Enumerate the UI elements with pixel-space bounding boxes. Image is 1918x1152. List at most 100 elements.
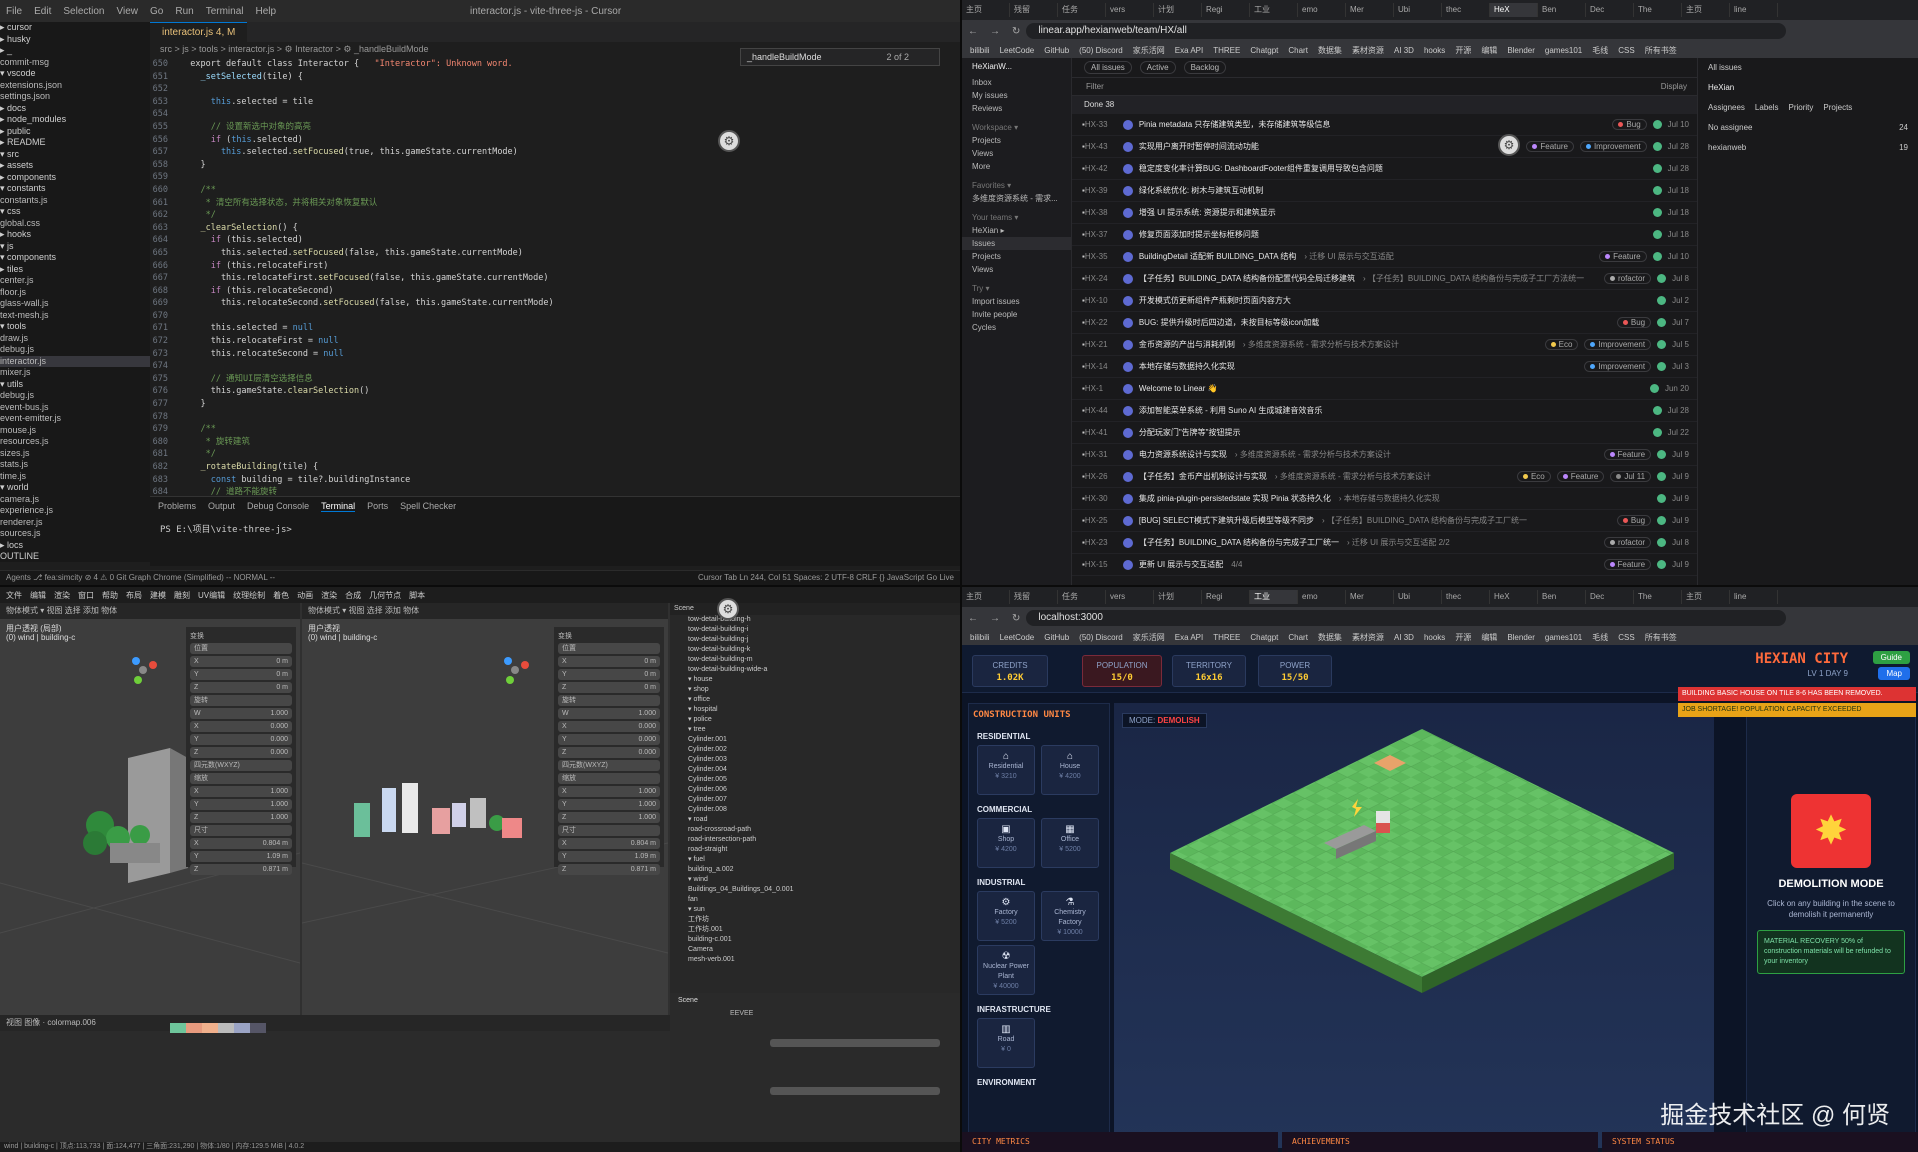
explorer-item[interactable]: ▸ husky (0, 34, 150, 46)
menu-item[interactable]: 窗口 (78, 590, 94, 601)
code-line[interactable]: 682 _rotateBuilding(tile) { (150, 461, 950, 474)
forward-icon[interactable]: → (990, 26, 1000, 37)
outliner-item[interactable]: ▾ house (670, 675, 960, 685)
line-content[interactable]: this.selected = tile (180, 96, 313, 109)
issue-label[interactable]: Bug (1612, 119, 1647, 130)
outliner-item[interactable]: Camera (670, 945, 960, 955)
assignee-avatar[interactable] (1652, 208, 1662, 217)
explorer-item[interactable]: constants.js (0, 195, 150, 207)
explorer-item[interactable]: ▾ world (0, 482, 150, 494)
explorer-item[interactable]: experience.js (0, 505, 150, 517)
browser-tab[interactable]: Ubi (1394, 590, 1442, 604)
bookmark[interactable]: Blender (1507, 633, 1535, 642)
transform-field[interactable]: Z 0 m (558, 682, 660, 693)
issue-row[interactable]: ▪ HX-21 金币资源的产出与消耗机制 › 多维度资源系统 - 需求分析与技术方案设… (1072, 334, 1697, 356)
issue-row[interactable]: ▪ HX-23 【子任务】BUILDING_DATA 结构备份与完成子工厂统一 › 迁… (1072, 532, 1697, 554)
line-content[interactable]: */ (180, 209, 216, 222)
building-card[interactable]: ⚗ Chemistry Factory ¥ 10000 (1041, 891, 1099, 941)
code-line[interactable]: 656 if (this.selected) (150, 134, 950, 147)
code-line[interactable]: 671 this.selected = null (150, 322, 950, 335)
outliner-item[interactable]: tow-detail-building-i (670, 625, 960, 635)
explorer-item[interactable]: text-mesh.js (0, 310, 150, 322)
explorer-item[interactable]: event-emitter.js (0, 413, 150, 425)
outliner-item[interactable]: Cylinder.001 (670, 735, 960, 745)
assignee-avatar[interactable] (1657, 296, 1667, 305)
browser-tab[interactable]: Ben (1538, 590, 1586, 604)
menu-item[interactable]: Selection (63, 6, 104, 17)
bookmarks-bar[interactable]: bilibili LeetCode GitHub (50) Discord 家乐活网 Ex… (962, 42, 1918, 58)
sidebar-item[interactable]: Favorites ▾ (962, 179, 1071, 192)
issue-row[interactable]: ▪ HX-41 分配玩家门"告牌等"按钮提示 Jul 22 (1072, 422, 1697, 444)
menu-item[interactable]: File (6, 6, 22, 17)
line-content[interactable]: this.relocateSecond = null (180, 348, 344, 361)
panel-tab[interactable]: Spell Checker (400, 501, 456, 512)
transform-field[interactable]: X 0.000 (190, 721, 292, 732)
image-name[interactable]: colormap.006 (47, 1018, 95, 1027)
menu-item[interactable]: View (117, 6, 139, 17)
uv-image-editor[interactable]: 视图 图像 · colormap.006 (0, 1015, 670, 1152)
menu-item[interactable]: 脚本 (409, 590, 425, 601)
code-line[interactable]: 666 if (this.relocateFirst) (150, 260, 950, 273)
browser-tab[interactable]: Regi (1202, 590, 1250, 604)
transform-field[interactable]: Z 1.000 (558, 812, 660, 823)
bookmark[interactable]: 毛线 (1592, 632, 1608, 643)
done-status-icon[interactable] (1122, 229, 1133, 240)
guide-button[interactable]: Guide (1872, 651, 1910, 664)
bookmark[interactable]: 家乐活网 (1133, 632, 1165, 643)
code-line[interactable]: 669 this.relocateSecond.setFocused(false… (150, 297, 950, 310)
browser-tab[interactable]: line (1730, 590, 1778, 604)
explorer-item[interactable]: ▸ assets (0, 160, 150, 172)
bookmark[interactable]: 编辑 (1481, 45, 1497, 56)
done-status-icon[interactable] (1122, 141, 1133, 152)
done-status-icon[interactable] (1122, 559, 1133, 570)
menu-item[interactable]: 建模 (150, 590, 166, 601)
issue-row[interactable]: ▪ HX-33 Pinia metadata 只存储建筑类型，未存储建筑等级信息 Bu… (1072, 114, 1697, 136)
issue-label[interactable]: Eco (1544, 339, 1579, 350)
bookmark[interactable]: bilibili (970, 46, 990, 55)
explorer-item[interactable]: settings.json (0, 91, 150, 103)
done-status-icon[interactable] (1122, 119, 1133, 130)
assignee-avatar[interactable] (1652, 428, 1662, 437)
line-content[interactable]: * 旋转建筑 (180, 436, 250, 449)
done-status-icon[interactable] (1122, 405, 1133, 416)
browser-tab[interactable]: 工业 (1250, 590, 1298, 604)
browser-tab[interactable]: Regi (1202, 3, 1250, 17)
transform-field[interactable]: 尺寸 (558, 825, 660, 836)
editor-tabs[interactable]: interactor.js 4, M (150, 22, 960, 42)
line-content[interactable]: this.relocateSecond.setFocused(false, th… (180, 297, 554, 310)
explorer-item[interactable]: ▸ _ (0, 45, 150, 57)
line-content[interactable]: _rotateBuilding(tile) { (180, 461, 318, 474)
done-status-icon[interactable] (1122, 427, 1133, 438)
browser-tab[interactable]: The (1634, 3, 1682, 17)
panel-tab[interactable]: Terminal (321, 501, 356, 512)
transform-panel[interactable]: 变换 位置 X 0 m Y 0 m Z 0 m 旋转 W 1.000 X 0.000 Y 0.000 Z 0.0… (186, 627, 296, 875)
outliner-item[interactable]: ▾ wind (670, 875, 960, 885)
explorer-item[interactable]: ▸ docs (0, 103, 150, 115)
explorer-item[interactable]: ▾ constants (0, 183, 150, 195)
code-line[interactable]: 662 */ (150, 209, 950, 222)
browser-tab[interactable]: HeX (1490, 590, 1538, 604)
explorer-item[interactable]: ▾ src (0, 149, 150, 161)
grouping-tab[interactable]: Labels (1755, 98, 1779, 118)
browser-tab[interactable]: thec (1442, 3, 1490, 17)
bookmark[interactable]: LeetCode (1000, 633, 1035, 642)
transform-field[interactable]: X 1.000 (190, 786, 292, 797)
outliner-item[interactable]: Cylinder.007 (670, 795, 960, 805)
gizmo[interactable] (500, 655, 530, 688)
explorer-item[interactable]: ▸ node_modules (0, 114, 150, 126)
menu-item[interactable]: 渲染 (321, 590, 337, 601)
assignee-avatar[interactable] (1657, 494, 1667, 503)
outliner-item[interactable]: ▾ fuel (670, 855, 960, 865)
issue-row[interactable]: ▪ HX-42 稳定度变化率计算BUG: DashboardFooter组件重复调用… (1072, 158, 1697, 180)
assignee-avatar[interactable] (1657, 318, 1667, 327)
outliner-item[interactable]: Cylinder.006 (670, 785, 960, 795)
assignee-avatar[interactable] (1652, 142, 1662, 151)
floating-avatar[interactable]: ⚙ (718, 130, 740, 152)
code-line[interactable]: 670 (150, 310, 950, 323)
explorer-item[interactable]: ▸ components (0, 172, 150, 184)
transform-field[interactable]: Y 0 m (190, 669, 292, 680)
line-content[interactable]: this.relocateFirst.setFocused(false, thi… (180, 272, 549, 285)
line-content[interactable]: export default class Interactor { "Inter… (180, 58, 512, 71)
browser-tab[interactable]: 残留 (1010, 590, 1058, 604)
menu-item[interactable]: UV编辑 (198, 590, 225, 601)
